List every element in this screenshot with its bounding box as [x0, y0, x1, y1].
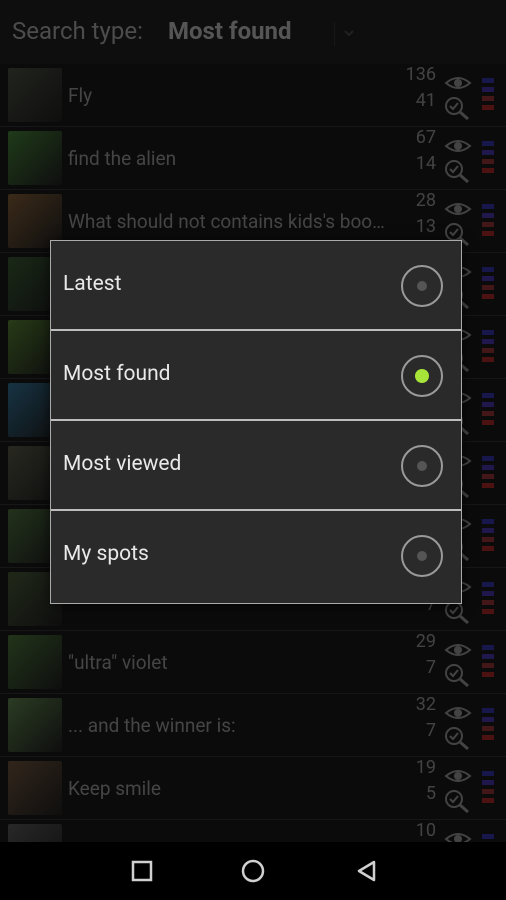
option-my-spots[interactable]: My spots [51, 511, 461, 601]
option-label: My spots [63, 542, 149, 566]
option-most-found[interactable]: Most found [51, 331, 461, 421]
radio-dot [417, 461, 427, 471]
option-most-viewed[interactable]: Most viewed [51, 421, 461, 511]
option-label: Most found [63, 362, 171, 386]
triangle-left-icon[interactable] [354, 859, 378, 883]
radio-button[interactable] [401, 355, 443, 397]
radio-dot [417, 551, 427, 561]
option-label: Most viewed [63, 452, 182, 476]
square-icon[interactable] [130, 859, 154, 883]
option-latest[interactable]: Latest [51, 241, 461, 331]
system-navbar [0, 842, 506, 900]
radio-button[interactable] [401, 265, 443, 307]
option-label: Latest [63, 272, 122, 296]
search-type-dialog: Latest Most found Most viewed My spots [50, 240, 462, 604]
radio-dot [417, 281, 427, 291]
radio-button[interactable] [401, 535, 443, 577]
radio-button[interactable] [401, 445, 443, 487]
radio-dot [415, 369, 429, 383]
circle-icon[interactable] [241, 859, 265, 883]
